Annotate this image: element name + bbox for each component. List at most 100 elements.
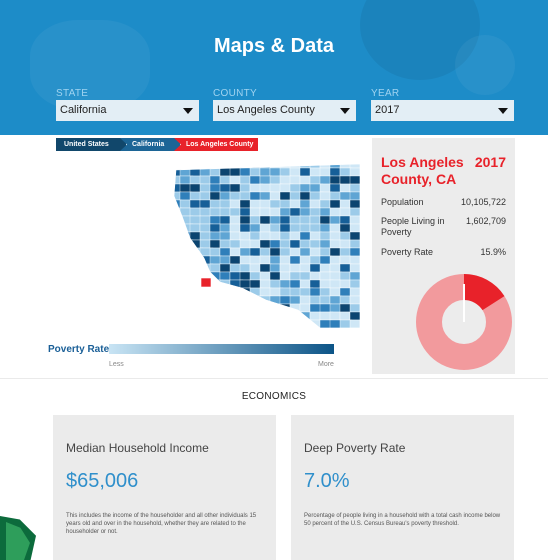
- county-shape[interactable]: [229, 263, 242, 273]
- county-shape[interactable]: [259, 311, 271, 321]
- poverty-map-svg[interactable]: [170, 160, 361, 329]
- county-shape[interactable]: [259, 303, 274, 313]
- county-shape[interactable]: [239, 263, 251, 273]
- county-shape[interactable]: [170, 223, 181, 233]
- county-shape[interactable]: [170, 231, 183, 241]
- county-shape[interactable]: [189, 279, 202, 289]
- county-shape[interactable]: [339, 223, 352, 233]
- county-shape[interactable]: [339, 175, 352, 185]
- county-shape[interactable]: [329, 215, 341, 225]
- county-shape[interactable]: [339, 183, 351, 193]
- county-shape[interactable]: [349, 175, 360, 185]
- county-shape[interactable]: [239, 175, 251, 185]
- county-shape[interactable]: [309, 271, 321, 281]
- county-shape[interactable]: [239, 199, 252, 209]
- county-shape[interactable]: [349, 223, 360, 233]
- county-shape[interactable]: [219, 207, 231, 217]
- county-shape[interactable]: [269, 191, 281, 201]
- county-shape[interactable]: [219, 319, 234, 328]
- county-shape[interactable]: [229, 319, 244, 328]
- county-shape[interactable]: [219, 303, 231, 313]
- county-shape[interactable]: [349, 279, 360, 289]
- county-shape[interactable]: [299, 183, 311, 193]
- county-shape[interactable]: [170, 247, 181, 257]
- county-shape[interactable]: [189, 311, 203, 321]
- county-shape[interactable]: [349, 263, 360, 273]
- county-shape[interactable]: [219, 175, 231, 185]
- county-shape[interactable]: [189, 223, 201, 233]
- county-shape[interactable]: [299, 239, 311, 249]
- county-shape[interactable]: [170, 311, 181, 321]
- county-shape[interactable]: [269, 311, 283, 321]
- county-shape[interactable]: [279, 231, 291, 241]
- county-shape[interactable]: [279, 207, 292, 217]
- county-shape[interactable]: [279, 239, 291, 249]
- county-shape[interactable]: [199, 175, 212, 185]
- county-shape[interactable]: [199, 303, 214, 313]
- county-shape[interactable]: [259, 199, 272, 209]
- county-shape[interactable]: [199, 255, 212, 265]
- poverty-map[interactable]: [170, 160, 361, 329]
- county-shape[interactable]: [279, 303, 291, 313]
- county-shape[interactable]: [269, 215, 282, 225]
- county-shape[interactable]: [349, 255, 360, 265]
- county-shape[interactable]: [209, 319, 224, 328]
- county-shape[interactable]: [299, 255, 312, 265]
- county-shape[interactable]: [339, 191, 352, 201]
- county-shape[interactable]: [170, 271, 181, 281]
- county-shape[interactable]: [289, 207, 302, 217]
- county-shape[interactable]: [299, 223, 311, 233]
- county-shape[interactable]: [219, 167, 232, 177]
- county-shape[interactable]: [319, 199, 331, 209]
- county-shape[interactable]: [239, 183, 251, 193]
- county-shape[interactable]: [229, 199, 241, 209]
- county-shape[interactable]: [349, 239, 360, 249]
- county-shape[interactable]: [289, 319, 302, 328]
- county-shape[interactable]: [189, 175, 202, 185]
- county-shape[interactable]: [199, 295, 211, 305]
- county-shape[interactable]: [219, 279, 231, 289]
- county-shape[interactable]: [309, 175, 322, 185]
- county-shape[interactable]: [239, 319, 251, 328]
- county-shape[interactable]: [349, 191, 360, 201]
- county-shape[interactable]: [279, 279, 291, 289]
- county-shape[interactable]: [349, 271, 360, 281]
- county-shape[interactable]: [249, 279, 262, 289]
- county-shape[interactable]: [349, 247, 360, 257]
- county-shape[interactable]: [179, 295, 191, 305]
- county-shape[interactable]: [219, 215, 231, 225]
- county-shape[interactable]: [219, 295, 231, 305]
- county-shape[interactable]: [219, 287, 234, 297]
- county-shape[interactable]: [229, 223, 241, 233]
- county-shape[interactable]: [179, 311, 191, 321]
- county-shape[interactable]: [209, 295, 221, 305]
- county-shape[interactable]: [209, 303, 222, 313]
- county-shape[interactable]: [309, 215, 321, 225]
- county-shape[interactable]: [339, 311, 351, 321]
- county-shape[interactable]: [249, 215, 261, 225]
- county-shape[interactable]: [329, 175, 341, 185]
- county-shape[interactable]: [289, 167, 302, 177]
- county-shape[interactable]: [229, 255, 242, 265]
- county-shape[interactable]: [299, 319, 313, 328]
- county-shape[interactable]: [219, 311, 232, 321]
- county-shape[interactable]: [229, 311, 244, 321]
- county-shape[interactable]: [289, 255, 302, 265]
- county-shape[interactable]: [329, 255, 341, 265]
- county-shape[interactable]: [329, 183, 342, 193]
- county-shape[interactable]: [289, 175, 301, 185]
- county-shape[interactable]: [189, 239, 202, 249]
- county-shape[interactable]: [249, 303, 264, 313]
- state-select[interactable]: California: [56, 100, 199, 121]
- county-shape[interactable]: [349, 167, 360, 177]
- county-shape[interactable]: [170, 239, 182, 249]
- county-shape[interactable]: [349, 231, 360, 241]
- county-shape[interactable]: [279, 311, 291, 321]
- county-shape[interactable]: [219, 160, 231, 169]
- county-shape[interactable]: [209, 215, 222, 225]
- county-shape[interactable]: [189, 160, 201, 169]
- breadcrumb-los-angeles-county[interactable]: Los Angeles County: [174, 138, 258, 151]
- county-shape[interactable]: [179, 303, 191, 313]
- county-shape[interactable]: [299, 215, 311, 225]
- county-shape[interactable]: [209, 287, 224, 297]
